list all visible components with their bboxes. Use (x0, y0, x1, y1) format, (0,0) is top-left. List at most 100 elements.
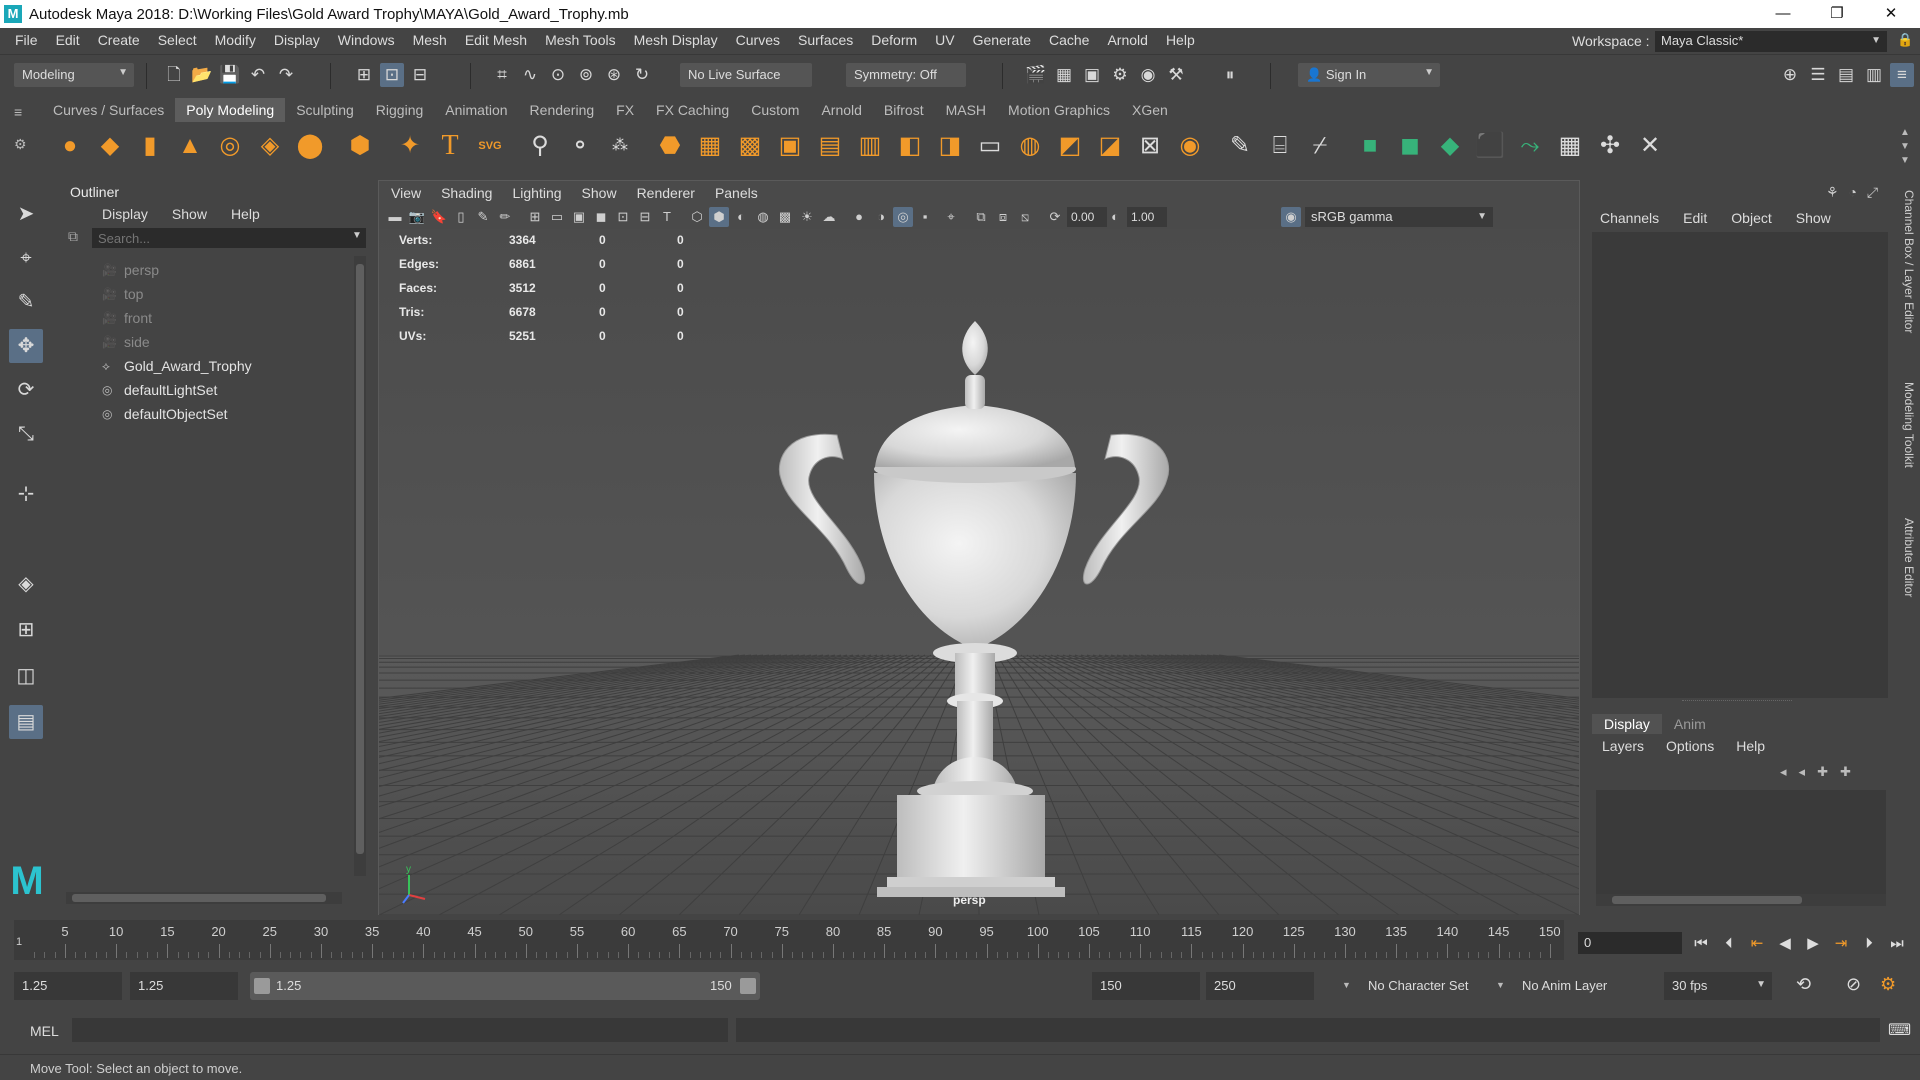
poly-disc-icon[interactable]: ⬤ (294, 130, 326, 162)
render-frame-icon[interactable]: ▦ (1052, 63, 1076, 87)
super-shape-icon[interactable]: ✦ (394, 130, 426, 162)
planar-mapping-icon[interactable]: ■ (1354, 130, 1386, 162)
move-tool-icon[interactable]: ✥ (9, 329, 43, 363)
live-surface-field[interactable]: No Live Surface (680, 63, 812, 87)
move-layer-down-icon[interactable]: ◂ (1799, 764, 1818, 779)
grease-pencil-icon[interactable]: ✏ (495, 207, 515, 227)
safe-title-icon[interactable]: T (657, 207, 677, 227)
outliner-horizontal-scrollbar[interactable] (66, 892, 342, 904)
isolate-select-icon[interactable]: ⌖ (941, 207, 961, 227)
remesh-icon[interactable]: ◨ (934, 130, 966, 162)
default-material-icon[interactable]: ◐ (731, 207, 751, 227)
select-by-component-icon[interactable]: ⊟ (408, 63, 432, 87)
channel-menu-channels[interactable]: Channels (1600, 210, 1659, 226)
outliner-item[interactable]: 🎥 persp (102, 258, 252, 282)
layer-menu-layers[interactable]: Layers (1602, 738, 1644, 754)
snap-live-icon[interactable]: ↻ (630, 63, 654, 87)
field-chart-icon[interactable]: ⊡ (613, 207, 633, 227)
anim-layer-label[interactable]: No Anim Layer (1522, 978, 1607, 993)
tab-mash[interactable]: MASH (935, 98, 997, 122)
xray-joints-icon[interactable]: ⧈ (993, 207, 1013, 227)
layer-editor-icon[interactable]: ≡ (1890, 63, 1914, 87)
menu-cache[interactable]: Cache (1040, 32, 1098, 48)
help-icon[interactable]: ◔ (1848, 184, 1856, 200)
outliner-item[interactable]: 🎥 top (102, 282, 252, 306)
separate-icon[interactable]: ▦ (694, 130, 726, 162)
outliner-item[interactable]: ◎ defaultLightSet (102, 378, 252, 402)
render-view-icon[interactable]: 🎬 (1024, 63, 1048, 87)
tab-anim[interactable]: Anim (1662, 714, 1718, 734)
color-management-icon[interactable]: ◉ (1281, 207, 1301, 227)
chevron-down-icon[interactable]: ▼ (352, 230, 362, 241)
sculpt-icon[interactable]: ⚲ (524, 130, 556, 162)
channel-menu-object[interactable]: Object (1731, 210, 1771, 226)
tool-settings-icon[interactable]: ▤ (1834, 63, 1858, 87)
hypershade-icon[interactable]: ◉ (1136, 63, 1160, 87)
menu-help[interactable]: Help (1157, 32, 1204, 48)
poly-sphere-icon[interactable]: ● (54, 130, 86, 162)
range-end-handle[interactable] (740, 978, 756, 994)
outliner-vertical-scrollbar[interactable] (354, 256, 366, 876)
restore-button[interactable]: ❐ (1810, 2, 1864, 26)
auto-key-icon[interactable]: ⊘ (1846, 974, 1861, 995)
loop-icon[interactable]: ⟲ (1796, 974, 1811, 995)
viewport-menu-panels[interactable]: Panels (715, 185, 758, 201)
mel-input[interactable] (72, 1018, 728, 1042)
layer-horizontal-scrollbar[interactable] (1596, 894, 1886, 906)
undo-icon[interactable]: ↶ (246, 63, 270, 87)
tab-sculpting[interactable]: Sculpting (285, 98, 365, 122)
menu-display[interactable]: Display (265, 32, 329, 48)
camera-attributes-icon[interactable]: 📷 (407, 207, 427, 227)
select-by-object-icon[interactable]: ⊡ (380, 63, 404, 87)
current-frame-field[interactable]: 0 (1578, 932, 1682, 954)
fill-hole-icon[interactable]: ◍ (1014, 130, 1046, 162)
motion-blur-icon[interactable]: ◑ (871, 207, 891, 227)
extract-icon[interactable]: ▩ (734, 130, 766, 162)
unfold-icon[interactable]: ✣ (1594, 130, 1626, 162)
attribute-editor-tab[interactable]: Attribute Editor (1902, 518, 1916, 597)
offset-edge-loop-icon[interactable]: ⌿ (1304, 130, 1336, 162)
render-setup-icon[interactable]: ⚒ (1164, 63, 1188, 87)
go-to-start-icon[interactable]: ⏮ (1690, 933, 1712, 955)
reduce-icon[interactable]: ◧ (894, 130, 926, 162)
attribute-editor-icon[interactable]: ☰ (1806, 63, 1830, 87)
automatic-mapping-icon[interactable]: ⬛ (1474, 130, 1506, 162)
outliner-item[interactable]: 🎥 side (102, 330, 252, 354)
combine-icon[interactable]: ⬣ (654, 130, 686, 162)
viewport-menu-shading[interactable]: Shading (441, 185, 492, 201)
exposure-icon[interactable]: ⟳ (1045, 207, 1065, 227)
channel-menu-show[interactable]: Show (1796, 210, 1831, 226)
outliner-menu-help[interactable]: Help (231, 206, 260, 222)
lasso-tool-icon[interactable]: ⌖ (9, 241, 43, 275)
safe-action-icon[interactable]: ⊟ (635, 207, 655, 227)
gamma-icon[interactable]: ◐ (1105, 207, 1125, 227)
menu-curves[interactable]: Curves (727, 32, 789, 48)
pause-icon[interactable]: ⏸ (1218, 63, 1242, 87)
xray-icon[interactable]: ⧉ (971, 207, 991, 227)
menu-edit[interactable]: Edit (47, 32, 89, 48)
spherical-mapping-icon[interactable]: ◆ (1434, 130, 1466, 162)
sign-in-dropdown[interactable]: 👤 Sign In ▼ (1298, 63, 1440, 87)
filter-icon[interactable]: ⧉ (68, 228, 88, 248)
textured-icon[interactable]: ▩ (775, 207, 795, 227)
step-back-frame-icon[interactable]: ⏴ (1718, 933, 1740, 955)
tab-custom[interactable]: Custom (740, 98, 810, 122)
viewport-menu-lighting[interactable]: Lighting (512, 185, 561, 201)
shelf-menu-icon[interactable]: ≡ ⚙ (14, 104, 34, 164)
layer-list-area[interactable] (1596, 790, 1886, 902)
move-layer-up-icon[interactable]: ◂ (1780, 764, 1799, 779)
outliner-item[interactable]: 🎥 front (102, 306, 252, 330)
bookmarks-icon[interactable]: 🔖 (429, 207, 449, 227)
render-settings-icon[interactable]: ⚙ (1108, 63, 1132, 87)
outliner-menu-show[interactable]: Show (172, 206, 207, 222)
use-all-lights-icon[interactable]: ☀ (797, 207, 817, 227)
animation-preferences-icon[interactable]: ⚙ (1880, 974, 1896, 995)
lock-icon[interactable]: 🔒 (1897, 32, 1913, 48)
end-time-field[interactable]: 250 (1206, 972, 1314, 1000)
close-button[interactable]: ✕ (1864, 2, 1918, 26)
tab-rendering[interactable]: Rendering (519, 98, 606, 122)
menu-mesh-display[interactable]: Mesh Display (625, 32, 727, 48)
range-slider[interactable]: 1.25 150 (250, 972, 760, 1000)
menu-surfaces[interactable]: Surfaces (789, 32, 862, 48)
menu-windows[interactable]: Windows (329, 32, 404, 48)
